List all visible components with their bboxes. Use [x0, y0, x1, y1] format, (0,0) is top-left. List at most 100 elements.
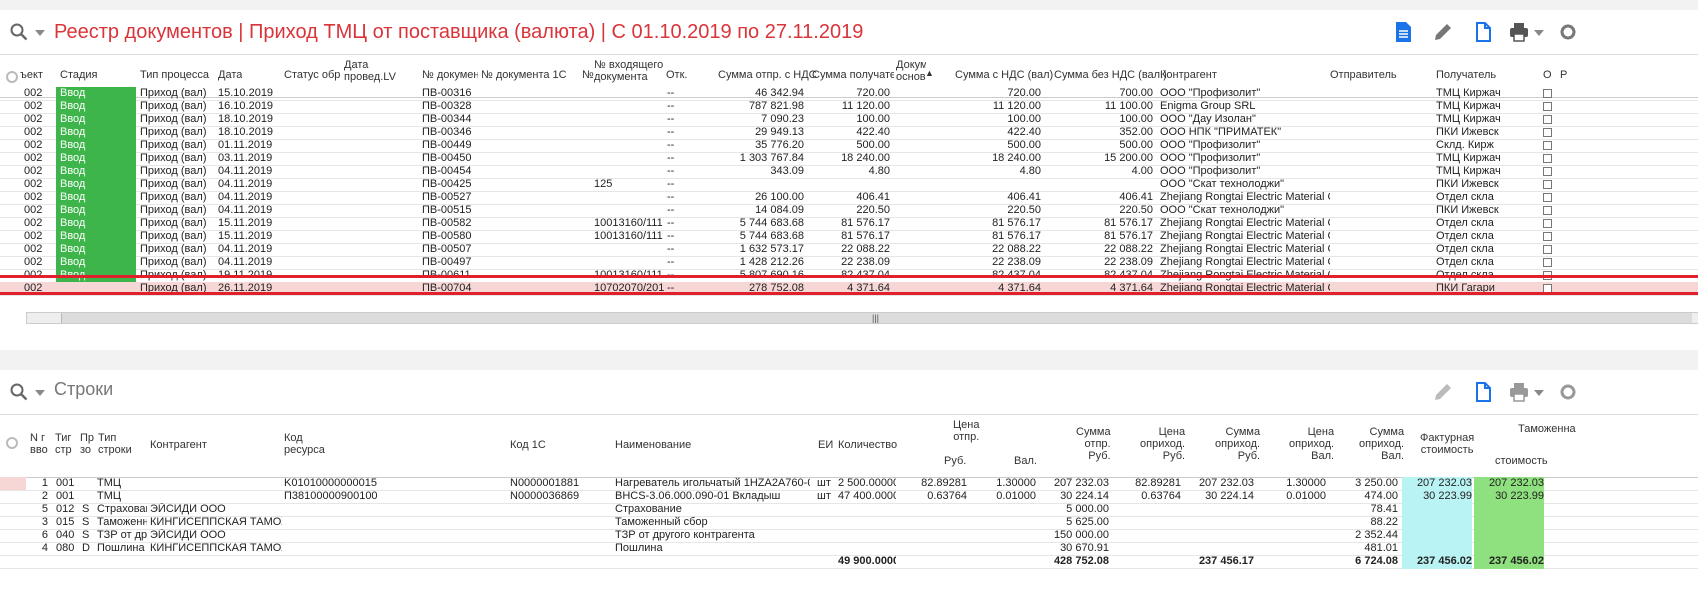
list-item[interactable]: 5 012 S Страхован ЭЙСИДИ ООО Страхование 5 000… — [0, 503, 1698, 517]
col-doc-basis[interactable]: Докум основ — [896, 59, 926, 83]
col-no[interactable]: № — [582, 69, 594, 81]
col-doc-1c[interactable]: № документа 1С — [481, 69, 567, 81]
col-incoming-doc[interactable]: № входящего документа — [594, 59, 663, 83]
list-item[interactable]: 4 080 D Пошлина КИНГИСЕППСКАЯ ТАМОЖН Пошлина 3… — [0, 542, 1698, 556]
col-sum-receiver[interactable]: Сумма получатель — [812, 69, 894, 81]
row-checkbox[interactable] — [1543, 219, 1552, 228]
list-item[interactable]: 1 001 ТМЦ K01010000000015 N0000001881 Нагрева… — [0, 477, 1698, 491]
table-row[interactable]: 002 Ввод Приход (вал) 04.11.2019 ПВ-00527 -- 2… — [0, 191, 1698, 205]
col-code-1c[interactable]: Код 1С — [510, 439, 546, 451]
table-row[interactable]: 002 Ввод Приход (вал) 03.11.2019 ПВ-00450 -- 1… — [0, 152, 1698, 166]
col-receiver[interactable]: Получатель — [1436, 69, 1496, 81]
document-blue-icon[interactable] — [1392, 21, 1414, 43]
print-dropdown-icon[interactable] — [1534, 30, 1544, 36]
col-sum-in-val[interactable]: Сумма oприход. Вал. — [1359, 426, 1404, 462]
col-line-pr[interactable]: Пр зо — [80, 432, 94, 456]
table-row[interactable]: 002 Ввод Приход (вал) 18.10.2019 ПВ-00346 -- 2… — [0, 126, 1698, 140]
table-row[interactable]: 002 Ввод Приход (вал) 18.10.2019 ПВ-00344 -- 7… — [0, 113, 1698, 127]
row-checkbox[interactable] — [1543, 206, 1552, 215]
list-item[interactable]: 2 001 ТМЦ П38100000900100 N0000036869 BHCS-3.… — [0, 490, 1698, 504]
table-row[interactable]: 002 Ввод Приход (вал) 01.11.2019 ПВ-00449 -- 3… — [0, 139, 1698, 153]
row-checkbox[interactable] — [1543, 167, 1552, 176]
row-checkbox[interactable] — [1543, 89, 1552, 98]
table-row[interactable]: 002 Ввод Приход (вал) 15.10.2019 ПВ-00316 -- 4… — [0, 87, 1698, 101]
col-unit[interactable]: ЕИ — [818, 439, 833, 451]
col-object[interactable]: ъект — [20, 69, 50, 81]
col-status[interactable]: Статус обр. I — [284, 69, 340, 81]
row-checkbox[interactable] — [1543, 245, 1552, 254]
col-sum-vat-cur[interactable]: Сумма с НДС (вал) — [955, 69, 1053, 81]
column-settings-gear-icon[interactable] — [6, 71, 18, 83]
table-row[interactable]: 002 Ввод Приход (вал) 04.11.2019 ПВ-00515 -- 1… — [0, 204, 1698, 218]
col-o[interactable]: О — [1543, 69, 1552, 81]
col-price-out-val[interactable]: Вал. — [1014, 455, 1037, 467]
settings-icon[interactable] — [1557, 21, 1579, 43]
print-icon[interactable] — [1508, 381, 1530, 403]
row-checkbox[interactable] — [1543, 154, 1552, 163]
row-checkbox[interactable] — [1543, 232, 1552, 241]
row-checkbox[interactable] — [1543, 284, 1552, 293]
new-document-icon[interactable] — [1472, 21, 1494, 43]
chevron-down-icon[interactable] — [35, 30, 45, 36]
sort-asc-icon[interactable]: ▲ — [925, 67, 934, 79]
table-row[interactable]: 002 Ввод Приход (вал) 04.11.2019 ПВ-00497 -- 1… — [0, 256, 1698, 270]
col-price-out-rub[interactable]: Руб. — [944, 455, 966, 467]
row-checkbox[interactable] — [1543, 102, 1552, 111]
col-price-in-rub[interactable]: Цена oприход. Руб. — [1140, 426, 1185, 462]
table-row[interactable]: 002 Ввод Приход (вал) 19.11.2019 ПВ-00611 100… — [0, 269, 1698, 283]
col-line-no[interactable]: N г вво — [30, 432, 48, 456]
row-checkbox[interactable] — [1543, 180, 1552, 189]
col-row-type[interactable]: Тип строки — [98, 432, 132, 456]
col-customs-cost[interactable]: стоимость — [1495, 455, 1548, 467]
col-name[interactable]: Наименование — [615, 439, 691, 451]
table-row[interactable]: 002 Ввод Приход (вал) 04.11.2019 ПВ-00454 -- 3… — [0, 165, 1698, 179]
col-price-in-val[interactable]: Цена oприход. Вал. — [1289, 426, 1334, 462]
col-sum-out-rub[interactable]: Сумма отпр. Руб. — [1076, 426, 1111, 462]
search-icon[interactable] — [10, 23, 28, 41]
col-line-contractor[interactable]: Контрагент — [150, 439, 207, 451]
table-row[interactable]: 002 Ввод Приход (вал) 04.11.2019 ПВ-00507 -- 1… — [0, 243, 1698, 257]
search-icon[interactable] — [10, 383, 28, 401]
table-row[interactable]: 002 Ввод Приход (вал) 16.10.2019 ПВ-00328 -- 7… — [0, 100, 1698, 114]
edit-pencil-icon[interactable] — [1432, 381, 1454, 403]
row-checkbox[interactable] — [1543, 141, 1552, 150]
col-sum-in-rub[interactable]: Сумма oприход. Руб. — [1215, 426, 1260, 462]
row-checkbox[interactable] — [1543, 193, 1552, 202]
horizontal-scrollbar[interactable]: ||| — [26, 312, 1698, 324]
col-resource-code[interactable]: Код ресурса — [284, 432, 325, 456]
col-quantity[interactable]: Количество — [838, 439, 897, 451]
settings-icon[interactable] — [1557, 381, 1579, 403]
col-sender[interactable]: Отправитель — [1330, 69, 1397, 81]
column-settings-gear-icon[interactable] — [6, 437, 18, 449]
col-price-out[interactable]: Цена отпр. — [953, 419, 979, 443]
print-icon[interactable] — [1508, 21, 1530, 43]
col-invoice-cost[interactable]: Фактурная стоимость — [1420, 432, 1474, 456]
table-row[interactable]: 002 Ввод Приход (вал) 15.11.2019 ПВ-00582 100… — [0, 217, 1698, 231]
edit-pencil-icon[interactable] — [1432, 21, 1454, 43]
col-doc-no[interactable]: № документ — [422, 69, 478, 81]
table-row[interactable]: 002 Ввод Приход (вал) 04.11.2019 ПВ-00425 125… — [0, 178, 1698, 192]
row-checkbox[interactable] — [1543, 258, 1552, 267]
col-line-tip[interactable]: Тиг стр — [55, 432, 72, 456]
col-contractor[interactable]: Контрагент — [1160, 69, 1217, 81]
col-stage[interactable]: Стадия — [60, 69, 98, 81]
scrollbar-thumb[interactable]: ||| — [61, 313, 1692, 323]
table-row[interactable]: 002 Ввод Приход (вал) 15.11.2019 ПВ-00580 100… — [0, 230, 1698, 244]
col-otk[interactable]: Отк. — [666, 69, 687, 81]
list-item[interactable]: 3 015 S ТаможеннКИНГИСЕППСКАЯ ТАМОЖН Таможен… — [0, 516, 1698, 530]
row-checkbox[interactable] — [1543, 128, 1552, 137]
col-sum-novat-cur[interactable]: Сумма без НДС (вал.) — [1054, 69, 1167, 81]
col-p[interactable]: Р — [1560, 69, 1567, 81]
chevron-down-icon[interactable] — [35, 390, 45, 396]
col-process-type[interactable]: Тип процесса — [140, 69, 209, 81]
col-customs-group[interactable]: Таможенна — [1518, 423, 1576, 435]
col-date[interactable]: Дата — [218, 69, 242, 81]
print-dropdown-icon[interactable] — [1534, 390, 1544, 396]
col-date-lv[interactable]: Дата провед.LV — [344, 59, 396, 83]
row-checkbox[interactable] — [1543, 115, 1552, 124]
new-document-icon[interactable] — [1472, 381, 1494, 403]
col-sum-vat[interactable]: Сумма отпр. с НДС — [718, 69, 817, 81]
row-checkbox[interactable] — [1543, 271, 1552, 280]
table-row[interactable]: 002 Приход (вал) 26.11.2019 ПВ-00704 1070207… — [0, 282, 1698, 296]
list-item[interactable]: 6 040 S ТЗР от дру ЭЙСИДИ ООО ТЗР от другого … — [0, 529, 1698, 543]
